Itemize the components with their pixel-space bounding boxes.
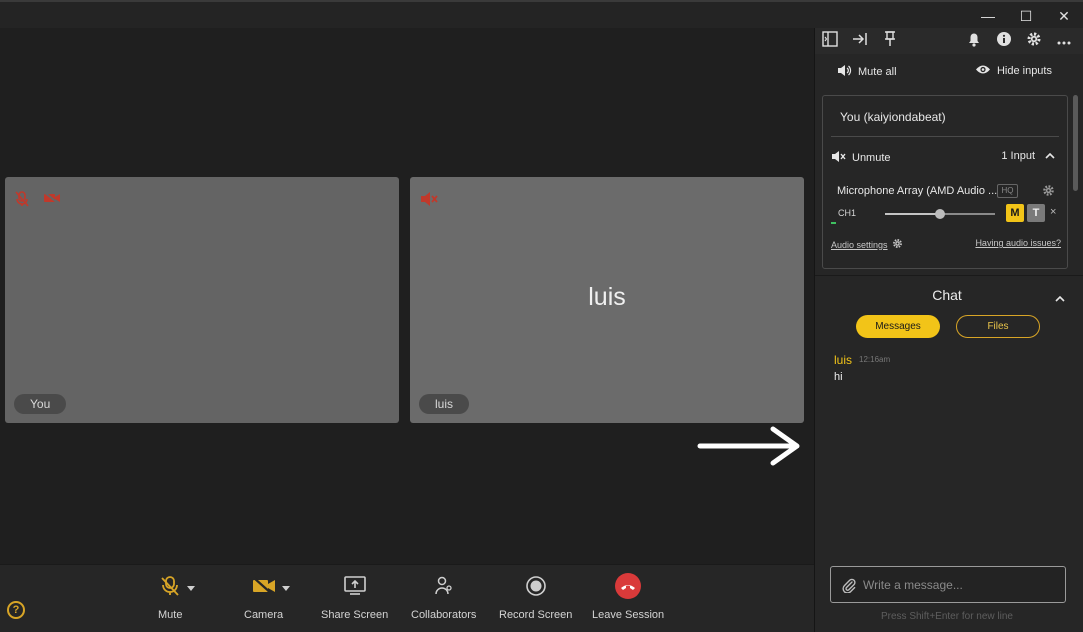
mute-all-button[interactable]: Mute all [837, 64, 897, 80]
divider [831, 136, 1059, 137]
unmute-label: Unmute [852, 152, 891, 164]
hang-up-icon [614, 572, 642, 605]
mute-button[interactable]: Mute [158, 573, 196, 621]
settings-button[interactable] [1019, 28, 1049, 54]
collaborators-label: Collaborators [411, 609, 477, 621]
side-panel: Mute all Hide inputs You (kaiyiondabeat)… [814, 28, 1083, 632]
volume-slider-fill [885, 213, 940, 215]
speaker-muted-icon [420, 191, 438, 212]
input-device-name[interactable]: Microphone Array (AMD Audio ... [837, 185, 997, 197]
more-horizontal-icon [1057, 32, 1071, 50]
participant-name-label: You [14, 394, 67, 414]
gear-icon [1026, 31, 1042, 52]
title-bar: — ☐ ✕ [0, 0, 1083, 28]
maximize-button[interactable]: ☐ [1007, 2, 1045, 30]
bell-icon [967, 31, 981, 52]
input-owner-name: You (kaiyiondabeat) [840, 110, 946, 124]
tab-messages[interactable]: Messages [856, 315, 940, 338]
input-count-label: 1 Input [1001, 150, 1035, 162]
chat-input-box[interactable] [830, 566, 1066, 603]
camera-button[interactable]: Camera [244, 573, 297, 621]
chevron-down-icon[interactable] [187, 579, 196, 597]
chevron-up-icon [1045, 150, 1055, 162]
participant-placeholder-name: luis [588, 283, 626, 311]
speaker-muted-icon [831, 150, 846, 166]
video-tile-you[interactable]: You [5, 177, 399, 423]
notifications-button[interactable] [959, 28, 989, 54]
panel-toolbar [815, 28, 1083, 54]
info-icon [996, 31, 1012, 52]
chat-input-hint: Press Shift+Enter for new line [880, 611, 1013, 622]
input-level-meter [831, 222, 836, 224]
camera-label: Camera [244, 609, 284, 621]
hq-badge[interactable]: HQ [997, 184, 1018, 198]
collaborators-button[interactable]: Collaborators [411, 573, 476, 621]
volume-slider-handle[interactable] [935, 209, 945, 219]
mute-label: Mute [158, 609, 183, 621]
mic-off-icon [159, 575, 181, 602]
channel-label: CH1 [838, 208, 857, 218]
message-author: luis [834, 353, 853, 367]
chat-collapse-button[interactable] [1055, 289, 1065, 307]
audio-issues-link[interactable]: Having audio issues? [975, 238, 1061, 248]
panel-layout-icon [822, 30, 838, 52]
speaker-icon [837, 64, 852, 80]
close-button[interactable]: ✕ [1045, 2, 1083, 30]
eye-icon [975, 64, 991, 78]
chat-title: Chat [932, 287, 962, 303]
mic-muted-icon [15, 191, 29, 212]
volume-slider[interactable] [885, 209, 995, 219]
talk-channel-button[interactable]: T [1027, 204, 1045, 222]
help-icon[interactable]: ? [7, 601, 25, 619]
tab-files[interactable]: Files [956, 315, 1040, 338]
paperclip-icon[interactable] [842, 577, 856, 598]
inputs-toggle[interactable]: 1 Input [1001, 150, 1055, 162]
scrollbar-thumb[interactable] [1073, 95, 1078, 191]
camera-off-icon [43, 191, 61, 212]
audio-settings-label: Audio settings [831, 239, 888, 250]
hide-inputs-button[interactable]: Hide inputs [975, 64, 1052, 78]
chevron-up-icon [1055, 289, 1065, 306]
chevron-down-icon[interactable] [281, 579, 290, 597]
remove-input-button[interactable]: × [1050, 206, 1056, 218]
video-tile-luis[interactable]: luis luis [410, 177, 804, 423]
mute-all-label: Mute all [858, 66, 897, 78]
leave-session-label: Leave Session [592, 609, 665, 621]
session-toolbar: ? Mute Camera Share Screen Collaborators… [0, 564, 814, 632]
camera-off-icon [252, 576, 276, 600]
hide-inputs-label: Hide inputs [996, 65, 1052, 77]
mute-channel-button[interactable]: M [1006, 204, 1024, 222]
participant-name-label: luis [419, 394, 470, 414]
leave-session-button[interactable]: Leave Session [592, 572, 665, 621]
record-icon [525, 575, 547, 602]
arrow-to-right-icon [852, 32, 868, 51]
share-screen-button[interactable]: Share Screen [321, 573, 388, 621]
share-screen-label: Share Screen [321, 609, 389, 621]
window-controls: — ☐ ✕ [969, 2, 1083, 30]
record-screen-button[interactable]: Record Screen [499, 573, 572, 621]
share-screen-icon [343, 575, 366, 601]
record-screen-label: Record Screen [499, 609, 573, 621]
toggle-panel-button[interactable] [815, 28, 845, 54]
device-settings-button[interactable] [1042, 184, 1055, 202]
divider [815, 275, 1083, 276]
more-button[interactable] [1049, 28, 1079, 54]
gear-icon [1042, 184, 1055, 201]
gear-icon [892, 238, 903, 251]
pin-button[interactable] [875, 28, 905, 54]
message-timestamp: 12:16am [859, 355, 891, 364]
minimize-button[interactable]: — [969, 2, 1007, 30]
info-button[interactable] [989, 28, 1019, 54]
participant-input-card: You (kaiyiondabeat) Unmute 1 Input Micro… [822, 95, 1068, 269]
panel-scrollbar[interactable] [1073, 95, 1078, 269]
audio-settings-link[interactable]: Audio settings [831, 238, 903, 251]
collaborators-icon [434, 575, 454, 602]
arrow-right-icon [697, 426, 800, 466]
collapse-panel-button[interactable] [845, 28, 875, 54]
message-text: hi [834, 371, 843, 383]
video-area: You luis luis [0, 28, 814, 564]
chat-message-input[interactable] [863, 575, 1059, 595]
pin-icon [884, 30, 896, 52]
unmute-button[interactable]: Unmute [831, 150, 891, 166]
